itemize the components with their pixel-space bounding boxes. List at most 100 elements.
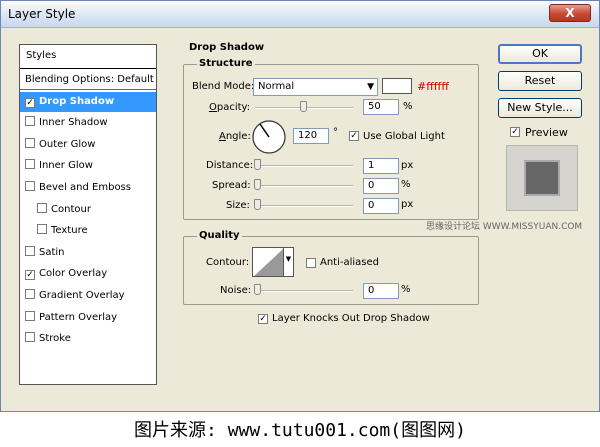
style-item-pattern-overlay[interactable]: Pattern Overlay	[20, 308, 156, 328]
preview-checkbox[interactable]: ✓	[510, 127, 520, 137]
style-item-satin[interactable]: Satin	[20, 243, 156, 263]
size-label: Size:	[226, 200, 250, 211]
contour-picker[interactable]: ▼	[252, 247, 294, 277]
structure-title: Structure	[197, 58, 255, 69]
spread-label: Spread:	[212, 180, 251, 191]
distance-label: Distance:	[206, 160, 254, 171]
style-item-checkbox[interactable]	[25, 159, 35, 170]
spread-slider-track[interactable]	[255, 185, 353, 187]
style-item-checkbox[interactable]	[25, 245, 35, 256]
watermark-text: 思缘设计论坛 WWW.MISSYUAN.COM	[426, 222, 583, 232]
window-title: Layer Style	[8, 7, 76, 21]
size-input[interactable]: 0	[363, 198, 399, 214]
use-global-light-label: Use Global Light	[363, 131, 445, 142]
spread-input[interactable]: 0	[363, 178, 399, 194]
spread-unit: %	[401, 179, 411, 190]
style-item-contour[interactable]: Contour	[20, 200, 156, 220]
style-item-checkbox[interactable]: ✓	[25, 97, 35, 108]
blend-mode-dropdown[interactable]: Normal ▼	[253, 78, 378, 96]
style-item-label: Outer Glow	[39, 138, 96, 150]
style-item-label: Drop Shadow	[39, 95, 115, 107]
distance-slider-thumb[interactable]	[254, 159, 261, 170]
style-item-texture[interactable]: Texture	[20, 221, 156, 241]
angle-label: Angle:	[219, 131, 251, 142]
opacity-unit: %	[403, 101, 413, 112]
style-item-label: Pattern Overlay	[39, 311, 118, 323]
style-item-gradient-overlay[interactable]: Gradient Overlay	[20, 286, 156, 306]
style-item-drop-shadow[interactable]: ✓ Drop Shadow	[20, 91, 156, 112]
opacity-slider-thumb[interactable]	[300, 101, 307, 112]
styles-header: Styles	[20, 45, 156, 69]
style-item-checkbox[interactable]	[25, 181, 35, 191]
style-item-checkbox[interactable]	[37, 202, 47, 213]
drop-shadow-title: Drop Shadow	[187, 42, 267, 53]
contour-label: Contour:	[206, 257, 250, 268]
style-item-label: Color Overlay	[39, 268, 108, 280]
style-item-stroke[interactable]: Stroke	[20, 329, 156, 349]
use-global-light-checkbox[interactable]: ✓	[349, 131, 359, 141]
opacity-label: Opacity:	[209, 102, 251, 113]
style-item-checkbox[interactable]	[37, 224, 47, 235]
style-item-label: Bevel and Emboss	[39, 182, 131, 193]
style-item-blending-options-default[interactable]: Blending Options: Default	[20, 70, 156, 90]
shadow-color-swatch[interactable]	[382, 78, 412, 94]
noise-unit: %	[401, 284, 411, 295]
style-item-label: Inner Glow	[39, 160, 93, 172]
angle-label-rest: ngle:	[225, 131, 251, 142]
size-slider-thumb[interactable]	[254, 199, 261, 210]
style-item-checkbox[interactable]	[25, 137, 35, 148]
preview-label: Preview	[525, 126, 568, 139]
style-item-color-overlay[interactable]: ✓ Color Overlay	[20, 264, 156, 284]
blend-mode-label: Blend Mode:	[192, 81, 255, 92]
style-item-label: Contour	[51, 203, 91, 215]
ok-button[interactable]: OK	[498, 44, 582, 64]
style-item-label: Gradient Overlay	[39, 290, 125, 301]
anti-aliased-label: Anti-aliased	[320, 257, 380, 268]
close-button[interactable]: X	[549, 4, 591, 22]
style-item-label: Inner Shadow	[39, 117, 108, 129]
noise-slider-track[interactable]	[255, 290, 353, 292]
opacity-label-rest: pacity:	[216, 102, 251, 113]
style-item-label: Satin	[39, 246, 65, 258]
preview-swatch	[524, 160, 560, 196]
angle-input[interactable]: 120	[293, 128, 329, 144]
new-style-button[interactable]: New Style...	[498, 98, 582, 118]
distance-unit: px	[401, 160, 414, 171]
styles-list: Styles Blending Options: Default ✓ Drop Sh…	[19, 44, 157, 385]
image-source-caption: 图片来源: www.tutu001.com(图图网)	[134, 420, 466, 441]
style-item-inner-shadow[interactable]: Inner Shadow	[20, 113, 156, 133]
style-item-checkbox[interactable]	[25, 310, 35, 321]
anti-aliased-checkbox[interactable]	[306, 258, 316, 268]
contour-dropdown-arrow-icon[interactable]: ▼	[283, 248, 293, 276]
title-bar: Layer Style X	[1, 1, 599, 28]
opacity-input[interactable]: 50	[363, 99, 399, 115]
style-item-inner-glow[interactable]: Inner Glow	[20, 156, 156, 176]
color-hex-text: #ffffff	[417, 80, 449, 93]
style-preview	[506, 145, 578, 211]
size-unit: px	[401, 199, 414, 210]
style-item-checkbox[interactable]	[25, 332, 35, 343]
style-item-checkbox[interactable]: ✓	[25, 270, 35, 281]
distance-input[interactable]: 1	[363, 158, 399, 174]
style-item-outer-glow[interactable]: Outer Glow	[20, 135, 156, 155]
noise-slider-thumb[interactable]	[254, 284, 261, 295]
chevron-down-icon: ▼	[367, 82, 374, 92]
noise-input[interactable]: 0	[363, 283, 399, 299]
style-item-checkbox[interactable]	[25, 289, 35, 299]
contour-preview-icon	[254, 248, 284, 276]
distance-slider-track[interactable]	[255, 165, 353, 167]
style-item-bevel-and-emboss[interactable]: Bevel and Emboss	[20, 178, 156, 198]
quality-title: Quality	[197, 230, 242, 241]
blend-mode-value: Normal	[258, 81, 295, 92]
layer-style-dialog: Layer Style X Styles Blending Options: D…	[0, 0, 600, 412]
noise-label: Noise:	[220, 285, 252, 296]
size-slider-track[interactable]	[255, 205, 353, 207]
angle-unit: °	[333, 127, 338, 138]
spread-slider-thumb[interactable]	[254, 179, 261, 190]
style-item-checkbox[interactable]	[25, 116, 35, 127]
angle-dial[interactable]	[251, 119, 287, 155]
style-item-label: Blending Options: Default	[25, 74, 154, 85]
knockout-checkbox[interactable]: ✓	[258, 314, 268, 324]
reset-button[interactable]: Reset	[498, 71, 582, 91]
style-item-label: Texture	[51, 225, 88, 237]
